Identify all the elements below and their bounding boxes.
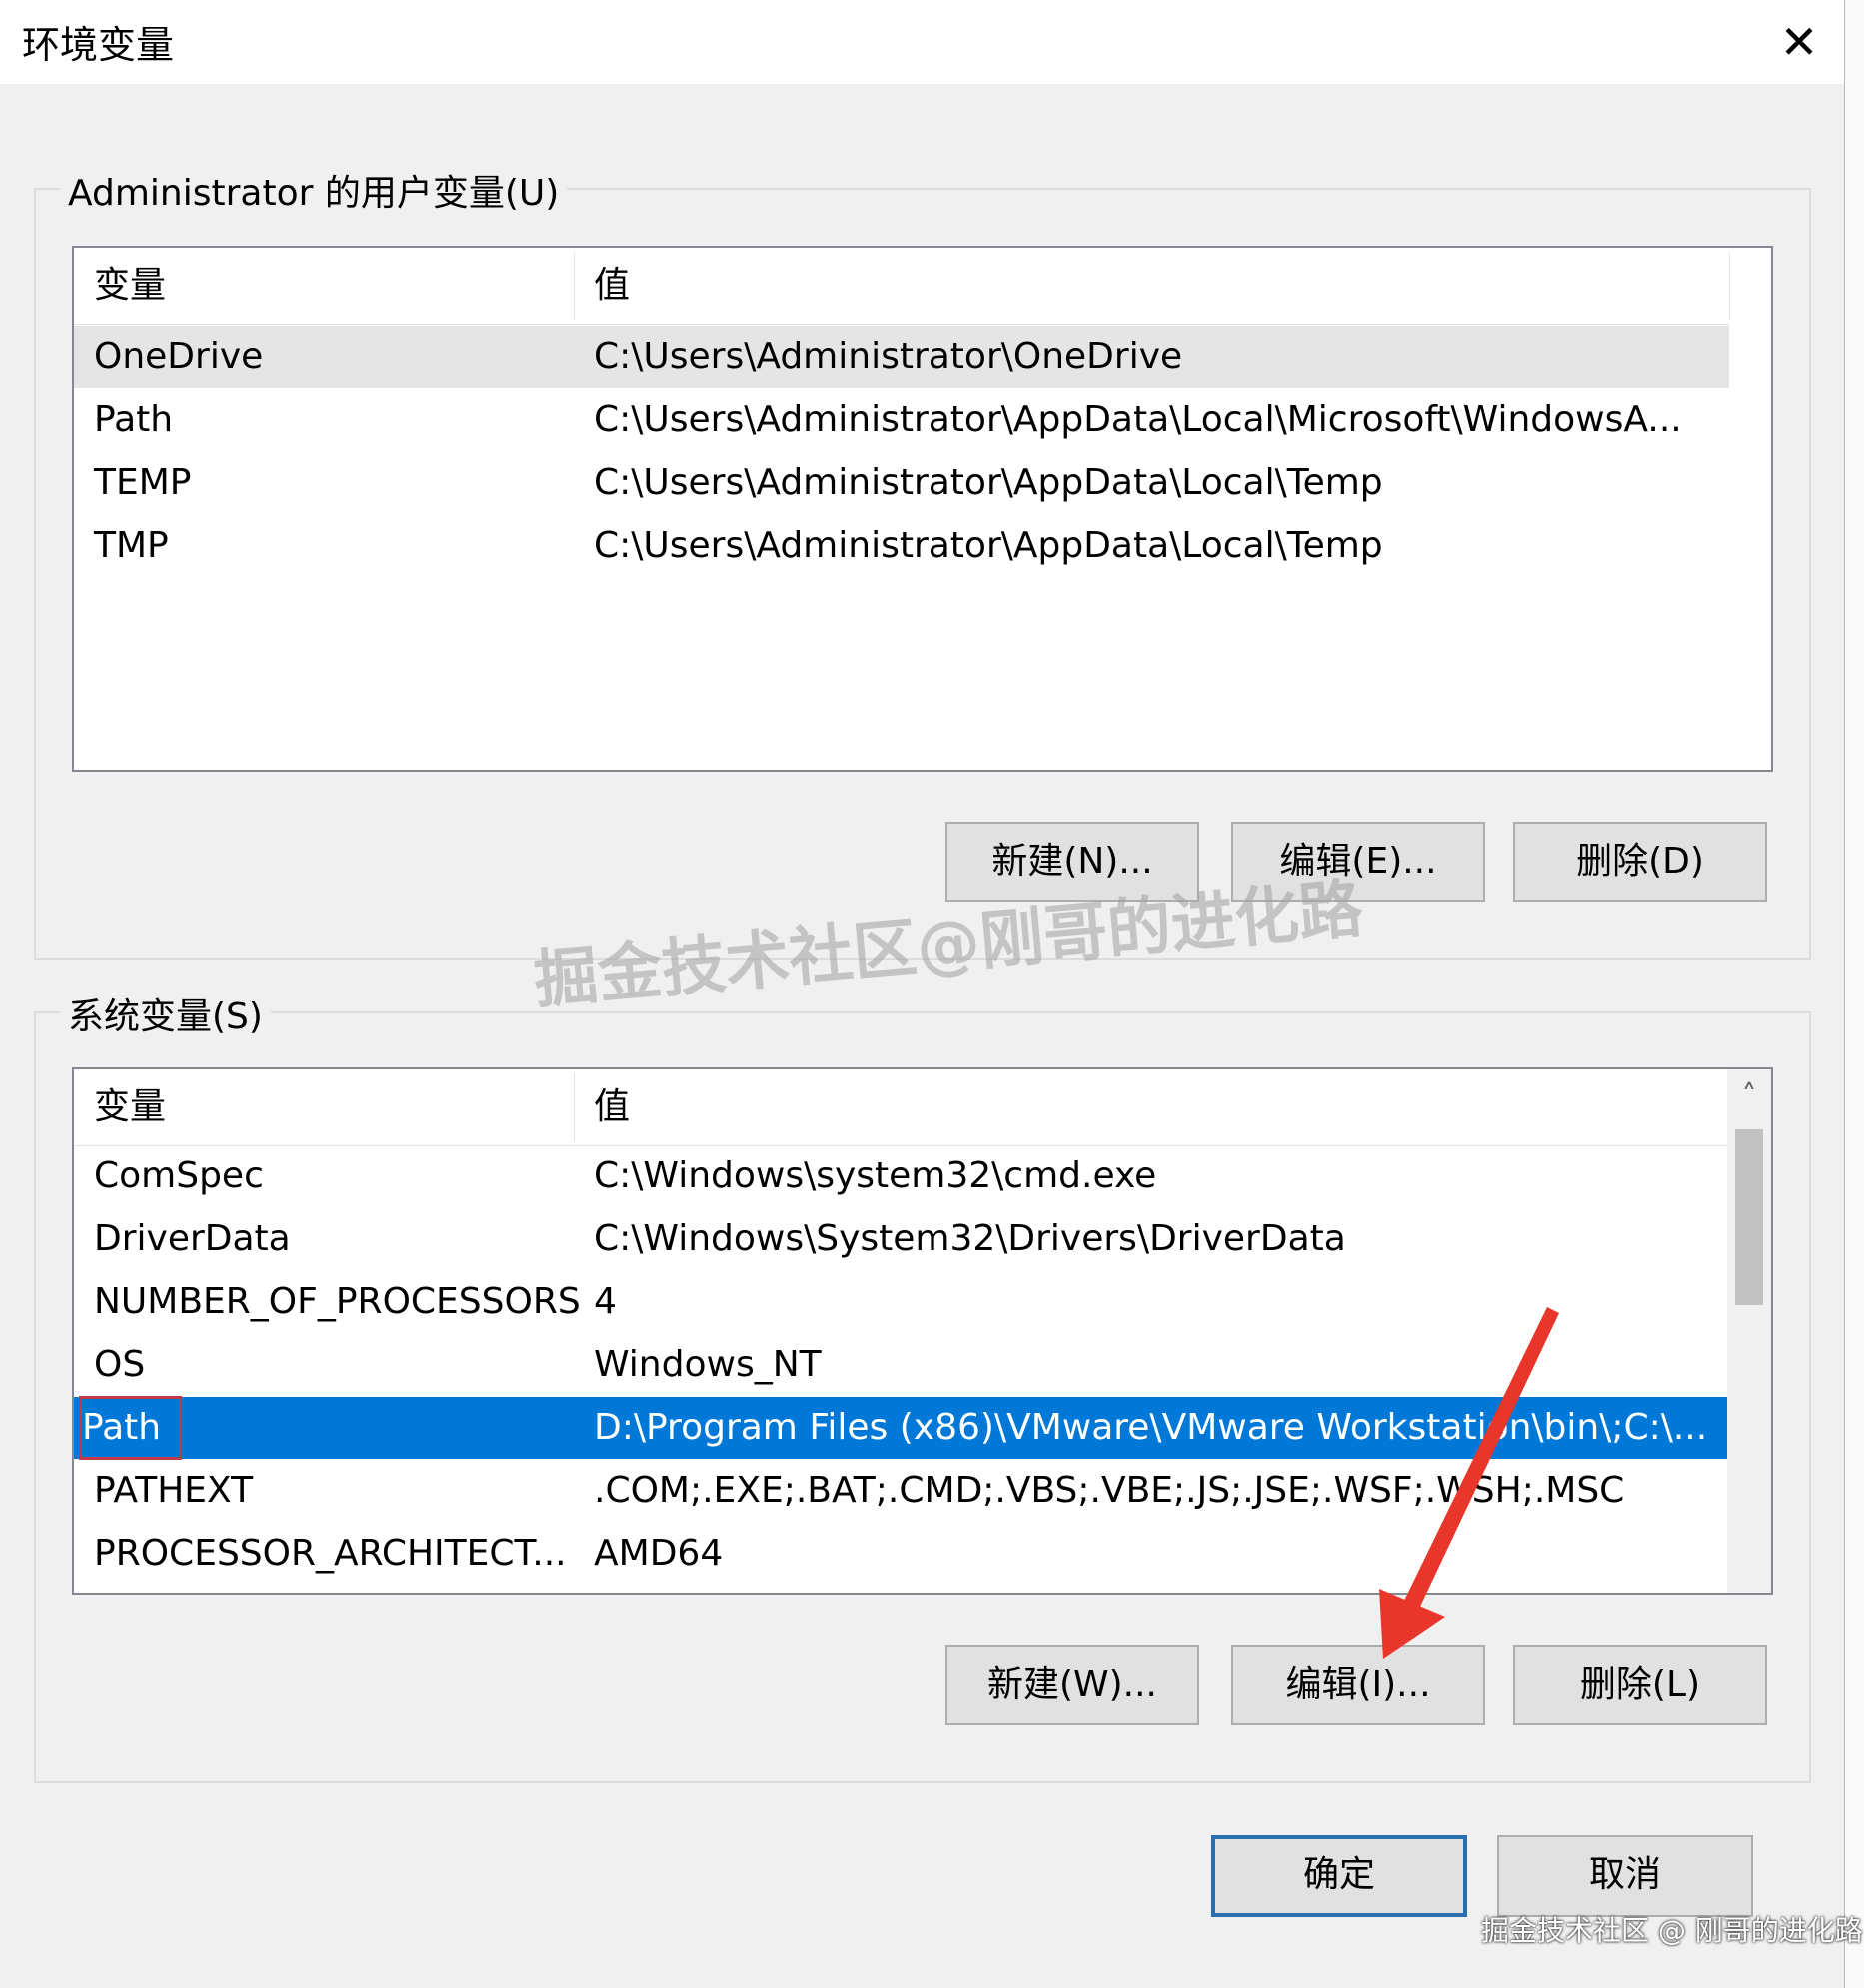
var-value: 4 [594,1281,617,1322]
var-value: C:\Windows\system32\cmd.exe [594,1155,1157,1196]
var-value: AMD64 [594,1533,724,1574]
var-name-highlighted: Path [78,1396,183,1460]
system-variables-list[interactable]: 变量 值 ComSpec C:\Windows\system32\cmd.exe… [72,1067,1773,1595]
watermark-corner-text: 掘金技术社区 @ 刚哥的进化路 [1481,1914,1863,1947]
user-list-header: 变量 值 [74,248,1730,325]
window-edge [1844,0,1864,1988]
var-name: Path [94,399,174,440]
var-name: ComSpec [94,1155,264,1196]
table-row[interactable]: PATHEXT .COM;.EXE;.BAT;.CMD;.VBS;.VBE;.J… [74,1460,1729,1522]
table-row[interactable]: DriverData C:\Windows\System32\Drivers\D… [74,1208,1729,1270]
col-divider[interactable] [1729,252,1730,320]
user-delete-button[interactable]: 删除(D) [1513,822,1767,902]
table-row[interactable]: TMP C:\Users\Administrator\AppData\Local… [74,515,1729,577]
table-row[interactable]: OneDrive C:\Users\Administrator\OneDrive [74,326,1729,388]
system-delete-button[interactable]: 删除(L) [1513,1645,1767,1725]
scroll-thumb[interactable] [1735,1129,1763,1305]
var-value: .COM;.EXE;.BAT;.CMD;.VBS;.VBE;.JS;.JSE;.… [594,1470,1625,1511]
var-name: OS [94,1344,146,1385]
var-value: C:\Users\Administrator\AppData\Local\Tem… [594,525,1383,566]
window-title: 环境变量 [22,23,175,67]
title-bar: 环境变量 ✕ [0,0,1844,84]
var-value: C:\Users\Administrator\AppData\Local\Mic… [594,399,1682,440]
col-header-variable[interactable]: 变量 [74,248,574,324]
var-value: C:\Users\Administrator\AppData\Local\Tem… [594,462,1383,503]
var-name: NUMBER_OF_PROCESSORS [94,1281,581,1322]
var-value: D:\Program Files (x86)\VMware\VMware Wor… [594,1407,1708,1448]
var-value: C:\Windows\System32\Drivers\DriverData [594,1218,1346,1259]
system-list-header: 变量 值 [74,1069,1729,1146]
table-row[interactable]: NUMBER_OF_PROCESSORS 4 [74,1271,1729,1333]
table-row[interactable]: OS Windows_NT [74,1334,1729,1396]
user-variables-group: Administrator 的用户变量(U) 变量 值 OneDrive C:\… [34,164,1811,960]
col-header-value[interactable]: 值 [574,1069,1729,1145]
system-variables-label: 系统变量(S) [60,988,271,1039]
var-name: PATHEXT [94,1470,254,1511]
system-new-button[interactable]: 新建(W)... [945,1645,1199,1725]
close-icon[interactable]: ✕ [1769,14,1829,70]
var-value: C:\Users\Administrator\OneDrive [594,336,1183,377]
var-name: DriverData [94,1218,291,1259]
col-header-variable[interactable]: 变量 [74,1069,574,1145]
table-row-selected[interactable]: Path D:\Program Files (x86)\VMware\VMwar… [74,1396,1729,1460]
system-edit-button[interactable]: 编辑(I)... [1231,1645,1485,1725]
var-value: Windows_NT [594,1344,822,1385]
var-name: TEMP [94,462,192,503]
vertical-scrollbar[interactable]: ˄ [1727,1069,1771,1593]
ok-button[interactable]: 确定 [1211,1835,1467,1917]
table-row[interactable]: PROCESSOR_ARCHITECT... AMD64 [74,1523,1729,1585]
user-variables-list[interactable]: 变量 值 OneDrive C:\Users\Administrator\One… [72,246,1773,772]
var-name: TMP [94,525,169,566]
user-variables-label: Administrator 的用户变量(U) [60,164,568,216]
table-row[interactable]: TEMP C:\Users\Administrator\AppData\Loca… [74,452,1729,514]
table-row[interactable]: ComSpec C:\Windows\system32\cmd.exe [74,1145,1729,1207]
table-row[interactable]: Path C:\Users\Administrator\AppData\Loca… [74,389,1729,451]
col-header-value[interactable]: 值 [574,248,1729,324]
cancel-button[interactable]: 取消 [1497,1835,1753,1917]
var-name: OneDrive [94,336,264,377]
scroll-up-icon[interactable]: ˄ [1727,1069,1771,1125]
system-variables-group: 系统变量(S) 变量 值 ComSpec C:\Windows\system32… [34,988,1811,1783]
var-name: PROCESSOR_ARCHITECT... [94,1533,567,1574]
